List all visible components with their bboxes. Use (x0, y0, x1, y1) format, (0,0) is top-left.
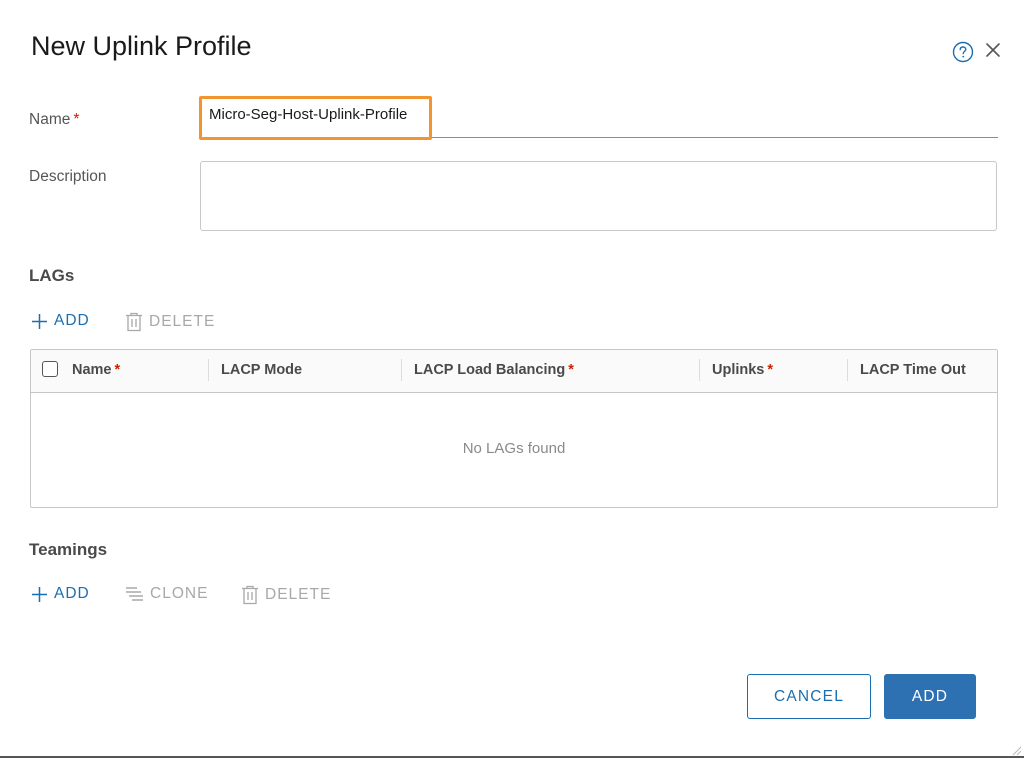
clone-icon (126, 587, 143, 601)
description-textarea[interactable] (200, 161, 997, 231)
lags-add-button[interactable]: ADD (31, 312, 90, 330)
column-header-label: Uplinks (712, 362, 765, 378)
teamings-add-button[interactable]: ADD (31, 585, 90, 603)
column-header-label: LACP Time Out (860, 362, 966, 378)
lags-empty-message: No LAGs found (462, 440, 566, 457)
description-label: Description (29, 168, 107, 185)
add-button[interactable]: ADD (884, 674, 976, 719)
required-mark: * (114, 362, 121, 378)
help-circle-icon[interactable] (952, 41, 974, 63)
close-icon[interactable] (985, 42, 1001, 58)
column-header-label: LACP Mode (221, 362, 303, 378)
lags-delete-button[interactable]: DELETE (125, 312, 215, 332)
required-mark: * (767, 362, 774, 378)
column-header-label: Name (72, 362, 112, 378)
column-header-lacp-time-out[interactable]: LACP Time Out (860, 362, 966, 378)
teamings-clone-button[interactable]: CLONE (125, 585, 208, 603)
trash-icon (126, 312, 142, 332)
lags-add-label: ADD (54, 312, 90, 329)
column-header-lacp-mode[interactable]: LACP Mode (221, 362, 302, 378)
plus-icon (32, 586, 47, 602)
teamings-delete-button[interactable]: DELETE (241, 585, 331, 605)
column-header-name[interactable]: Name * (72, 362, 120, 378)
column-divider[interactable] (208, 359, 209, 381)
column-header-lacp-load-balancing[interactable]: LACP Load Balancing * (414, 362, 574, 378)
teamings-add-label: ADD (54, 585, 90, 602)
name-highlight-box (199, 96, 432, 140)
column-divider[interactable] (699, 359, 700, 381)
cancel-button[interactable]: CANCEL (747, 674, 871, 719)
dialog-title: New Uplink Profile (31, 31, 252, 61)
lags-section-title: LAGs (29, 266, 75, 285)
column-header-label: LACP Load Balancing (414, 362, 566, 378)
column-divider[interactable] (847, 359, 848, 381)
required-mark: * (73, 111, 80, 128)
column-divider[interactable] (401, 359, 402, 381)
new-uplink-profile-dialog: New Uplink Profile Name* Description LAG… (0, 0, 1024, 759)
name-label-text: Name (29, 111, 71, 128)
teamings-delete-label: DELETE (265, 586, 332, 603)
select-all-checkbox[interactable] (42, 361, 58, 377)
column-header-uplinks[interactable]: Uplinks * (712, 362, 773, 378)
lags-table-header: Name * LACP Mode LACP Load Balancing * Upl… (31, 350, 997, 393)
trash-icon (242, 585, 258, 605)
teamings-section-title: Teamings (29, 540, 108, 559)
dialog-bottom-border (0, 756, 1024, 758)
lags-delete-label: DELETE (149, 313, 216, 330)
lags-table: Name * LACP Mode LACP Load Balancing * Upl… (30, 349, 998, 508)
resize-handle-icon[interactable] (1010, 744, 1022, 756)
required-mark: * (568, 362, 574, 378)
plus-icon (32, 313, 47, 329)
name-label: Name * (29, 111, 79, 129)
teamings-clone-label: CLONE (150, 585, 209, 602)
